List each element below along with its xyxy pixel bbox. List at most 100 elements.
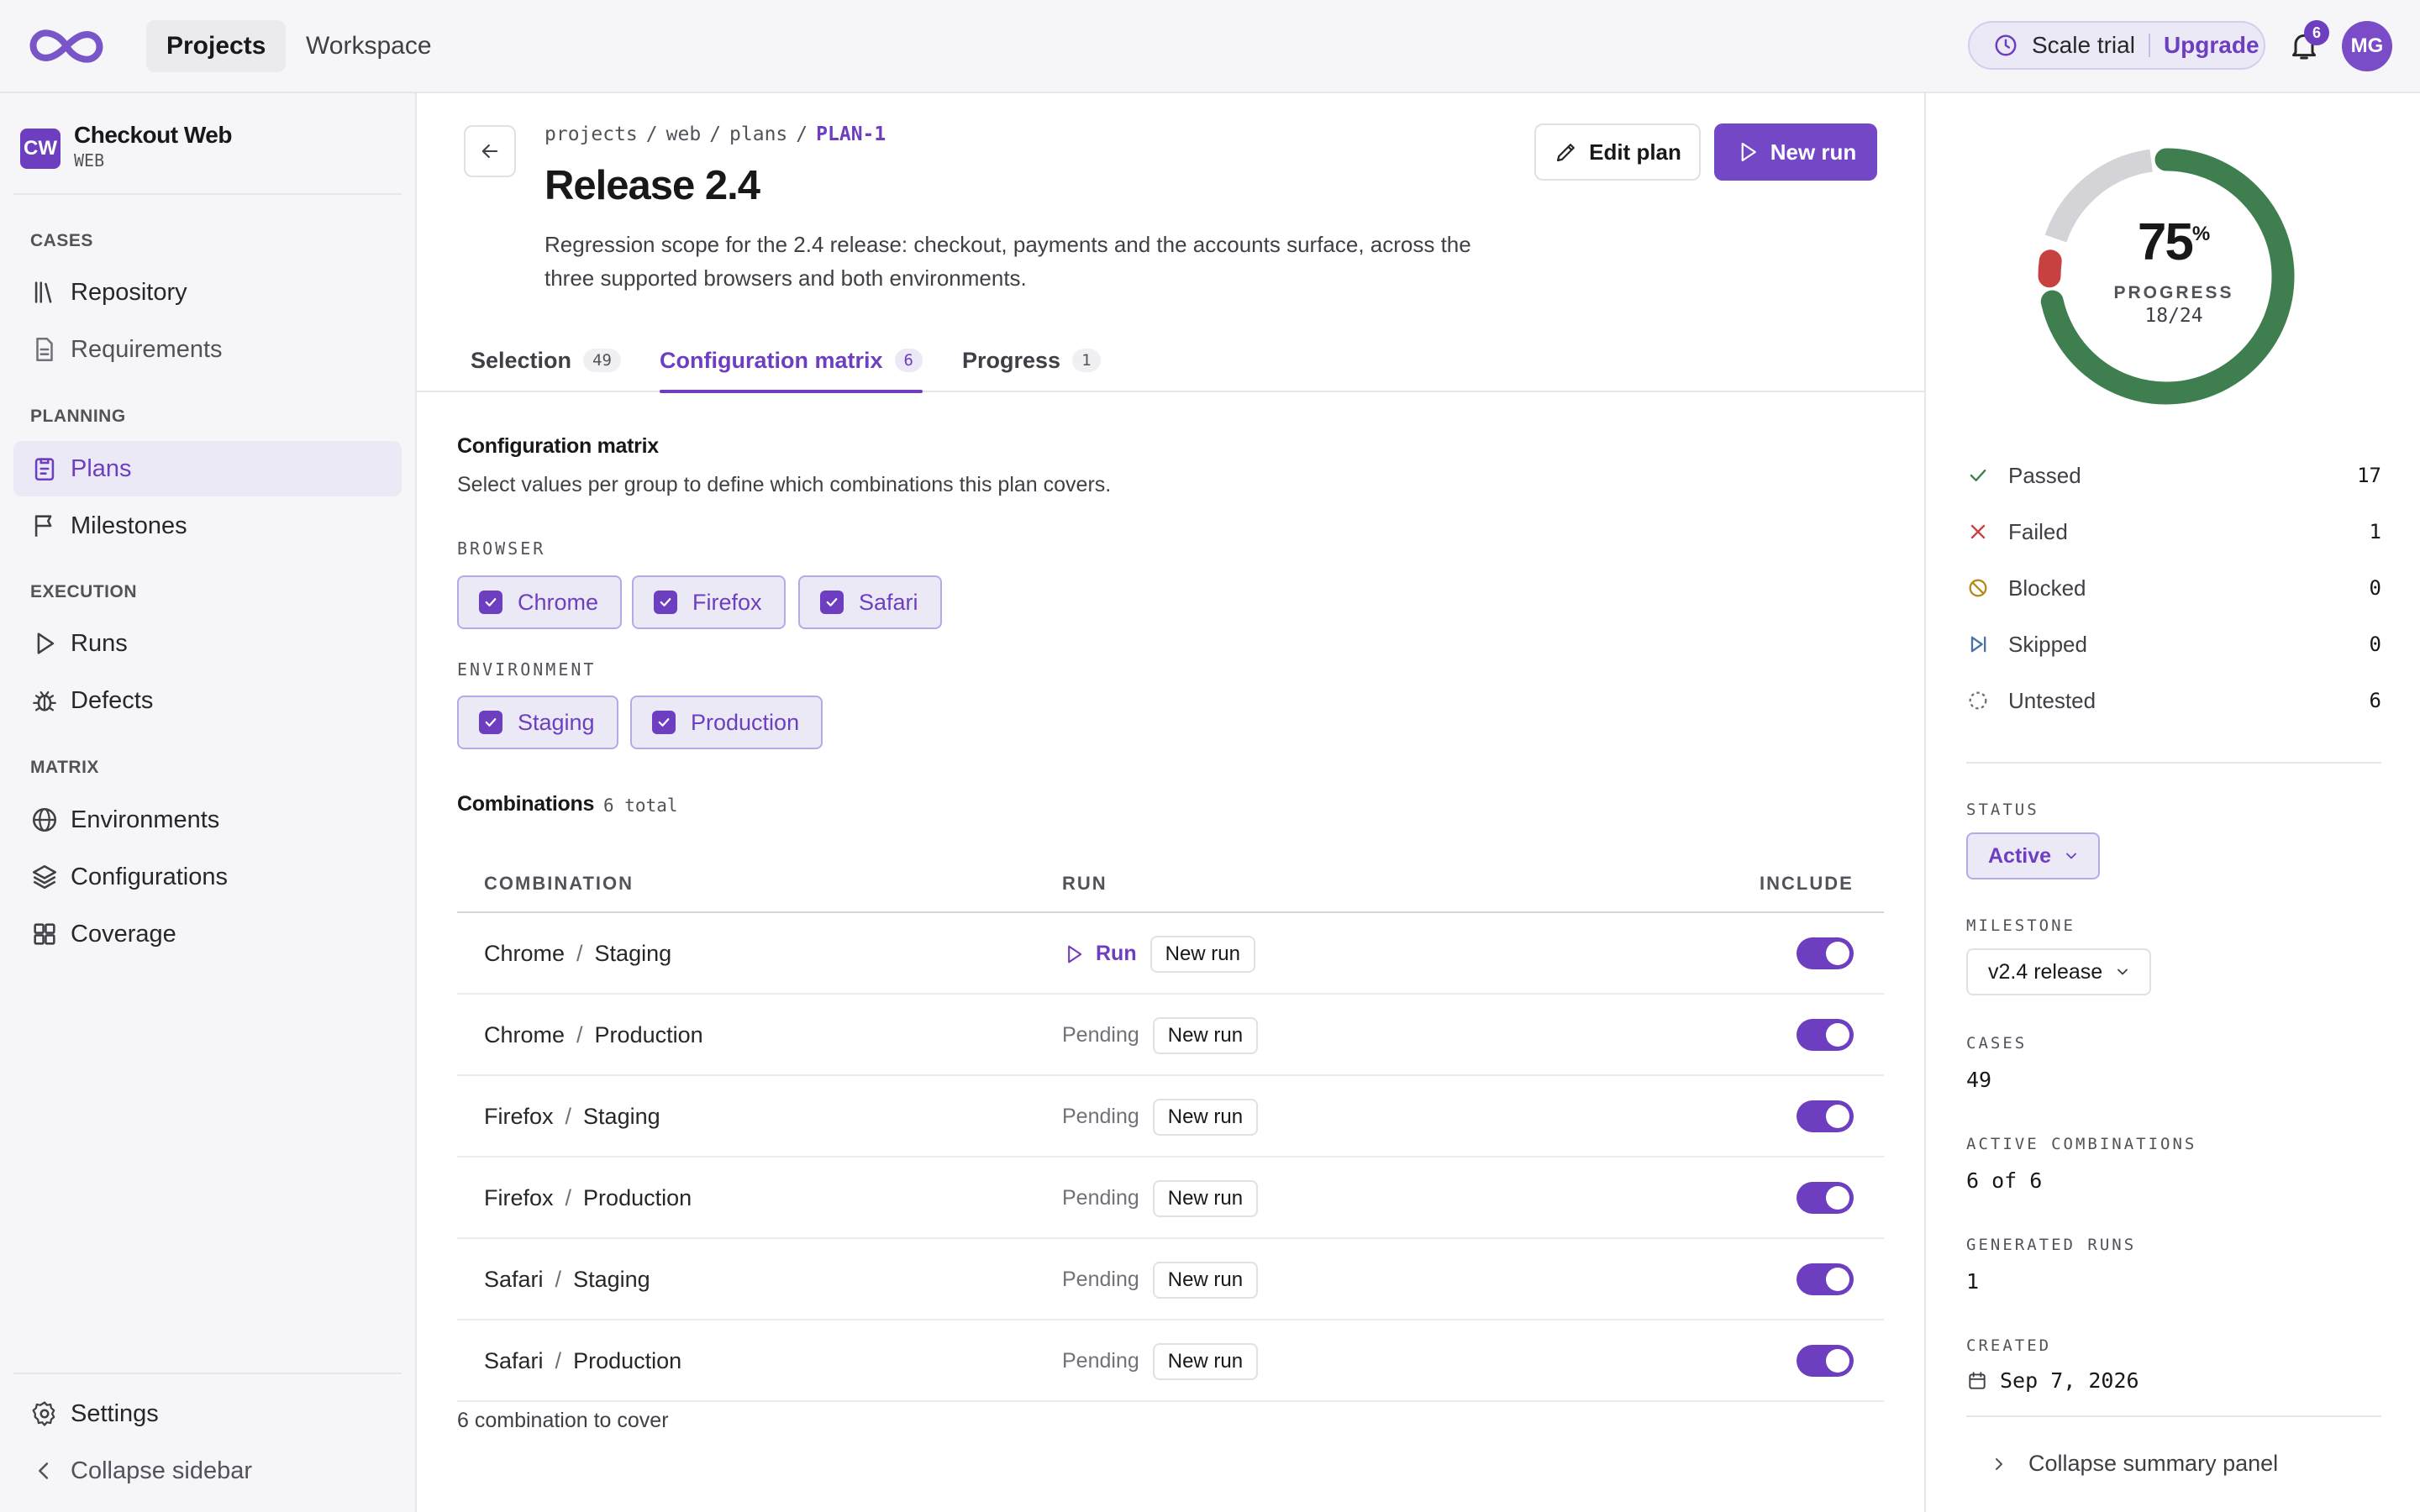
chip-staging[interactable]: Staging bbox=[457, 696, 618, 749]
sidebar-item-repository[interactable]: Repository bbox=[13, 265, 402, 320]
row-new-run-button[interactable]: New run bbox=[1152, 1098, 1259, 1136]
sidebar-item-settings[interactable]: Settings bbox=[13, 1386, 402, 1441]
flag-icon bbox=[34, 515, 52, 537]
tab-selection[interactable]: Selection 49 bbox=[471, 328, 621, 392]
document-icon bbox=[36, 337, 53, 362]
breadcrumb-web[interactable]: web bbox=[666, 123, 702, 145]
chip-label: Firefox bbox=[692, 589, 762, 615]
project-name[interactable]: Checkout Web bbox=[74, 122, 232, 149]
chevron-left-icon bbox=[39, 1462, 49, 1479]
sidebar-item-label: Collapse sidebar bbox=[71, 1457, 253, 1484]
infinity-logo-icon[interactable] bbox=[27, 25, 106, 67]
combinations-title: Combinations bbox=[457, 792, 595, 816]
stat-label: Failed bbox=[2008, 518, 2068, 544]
sidebar-item-defects[interactable]: Defects bbox=[13, 673, 402, 728]
combination-browser: Safari bbox=[484, 1267, 544, 1292]
run-link-label: Run bbox=[1096, 942, 1137, 965]
milestone-value: v2.4 release bbox=[1988, 959, 2103, 984]
pending-status: Pending bbox=[1062, 1105, 1139, 1128]
trial-label: Scale trial bbox=[2032, 32, 2135, 58]
page-description: Regression scope for the 2.4 release: ch… bbox=[544, 232, 1471, 291]
include-toggle[interactable] bbox=[1797, 1182, 1854, 1214]
row-new-run-button[interactable]: New run bbox=[1152, 1342, 1259, 1380]
row-new-run-button[interactable]: New run bbox=[1152, 1179, 1259, 1217]
summary-divider bbox=[1966, 762, 2381, 764]
combination-environment: Production bbox=[594, 1022, 703, 1047]
sidebar-item-coverage[interactable]: Coverage bbox=[13, 906, 402, 962]
include-toggle[interactable] bbox=[1797, 1263, 1854, 1295]
include-toggle[interactable] bbox=[1797, 1100, 1854, 1132]
sidebar-item-environments[interactable]: Environments bbox=[13, 792, 402, 848]
include-toggle[interactable] bbox=[1797, 1345, 1854, 1377]
sidebar-item-label: Configurations bbox=[71, 863, 228, 890]
top-tab-projects[interactable]: Projects bbox=[146, 20, 287, 72]
sidebar-section-planning: PLANNING bbox=[30, 407, 126, 426]
combination-cell: Safari / Staging bbox=[484, 1239, 650, 1320]
checkbox-checked-icon bbox=[820, 591, 844, 614]
created-label: CREATED bbox=[1966, 1336, 2052, 1355]
milestone-dropdown[interactable]: v2.4 release bbox=[1966, 948, 2152, 995]
collapse-summary-button[interactable]: Collapse summary panel bbox=[1988, 1451, 2278, 1477]
cases-label: CASES bbox=[1966, 1034, 2028, 1053]
tab-configuration-matrix[interactable]: Configuration matrix 6 bbox=[660, 328, 923, 393]
generated-runs-value: 1 bbox=[1966, 1269, 1980, 1294]
edit-plan-button[interactable]: Edit plan bbox=[1534, 123, 1701, 181]
grid-icon bbox=[34, 923, 55, 945]
row-new-run-button[interactable]: New run bbox=[1152, 1016, 1259, 1054]
combination-cell: Firefox / Staging bbox=[484, 1076, 660, 1158]
combination-cell: Firefox / Production bbox=[484, 1158, 692, 1239]
status-dropdown[interactable]: Active bbox=[1966, 832, 2101, 879]
top-tab-workspace[interactable]: Workspace bbox=[286, 20, 452, 72]
stat-passed: Passed 17 bbox=[1966, 459, 2381, 492]
notification-badge: 6 bbox=[2304, 20, 2329, 45]
run-link[interactable]: Run bbox=[1062, 942, 1137, 966]
tab-count: 6 bbox=[894, 349, 923, 372]
stat-skipped: Skipped 0 bbox=[1966, 627, 2381, 661]
stat-value: 0 bbox=[2369, 633, 2381, 656]
dashed-circle-icon bbox=[1969, 691, 1987, 710]
combination-browser: Chrome bbox=[484, 1022, 566, 1047]
table-row: Safari / Staging Pending New run bbox=[457, 1239, 1884, 1320]
progress-percent-value: 75 bbox=[2137, 213, 2194, 271]
trial-pill[interactable]: Scale trial Upgrade bbox=[1968, 21, 2265, 70]
sidebar-item-label: Milestones bbox=[71, 512, 187, 539]
collapse-sidebar-button[interactable]: Collapse sidebar bbox=[13, 1443, 402, 1499]
row-new-run-button[interactable]: New run bbox=[1150, 935, 1255, 973]
chip-production[interactable]: Production bbox=[630, 696, 823, 749]
chip-label: Staging bbox=[518, 709, 595, 735]
sidebar-divider bbox=[13, 1373, 402, 1374]
stat-label: Skipped bbox=[2008, 631, 2087, 657]
chip-safari[interactable]: Safari bbox=[798, 575, 942, 629]
include-toggle[interactable] bbox=[1797, 1019, 1854, 1051]
avatar[interactable]: MG bbox=[2342, 21, 2392, 71]
checkbox-checked-icon bbox=[479, 711, 502, 734]
column-header-run: RUN bbox=[1062, 873, 1107, 894]
pending-status: Pending bbox=[1062, 1349, 1139, 1373]
matrix-description: Select values per group to define which … bbox=[457, 473, 1112, 496]
breadcrumb-plans[interactable]: plans bbox=[729, 123, 787, 145]
sidebar-item-label: Coverage bbox=[71, 920, 176, 948]
breadcrumb-separator: / bbox=[796, 123, 808, 145]
chip-chrome[interactable]: Chrome bbox=[457, 575, 623, 629]
row-new-run-button[interactable]: New run bbox=[1152, 1261, 1259, 1299]
sidebar-item-requirements[interactable]: Requirements bbox=[13, 322, 402, 377]
chip-firefox[interactable]: Firefox bbox=[632, 575, 786, 629]
new-run-label: New run bbox=[1770, 139, 1857, 165]
globe-icon bbox=[32, 807, 57, 832]
tab-label: Progress bbox=[962, 347, 1061, 373]
sidebar-item-milestones[interactable]: Milestones bbox=[13, 498, 402, 554]
sidebar-item-configurations[interactable]: Configurations bbox=[13, 849, 402, 905]
breadcrumb-projects[interactable]: projects bbox=[544, 123, 638, 145]
sidebar-item-runs[interactable]: Runs bbox=[13, 616, 402, 671]
upgrade-link[interactable]: Upgrade bbox=[2164, 32, 2260, 59]
new-run-button[interactable]: New run bbox=[1714, 123, 1877, 181]
sidebar-item-label: Runs bbox=[71, 629, 128, 657]
project-badge[interactable]: CW bbox=[20, 129, 60, 169]
sidebar-item-plans[interactable]: Plans bbox=[13, 441, 402, 496]
stat-label: Passed bbox=[2008, 462, 2081, 488]
stat-failed: Failed 1 bbox=[1966, 515, 2381, 549]
tab-progress[interactable]: Progress 1 bbox=[962, 328, 1101, 392]
back-button[interactable] bbox=[464, 125, 516, 177]
include-toggle[interactable] bbox=[1797, 937, 1854, 969]
table-row: Firefox / Production Pending New run bbox=[457, 1158, 1884, 1239]
